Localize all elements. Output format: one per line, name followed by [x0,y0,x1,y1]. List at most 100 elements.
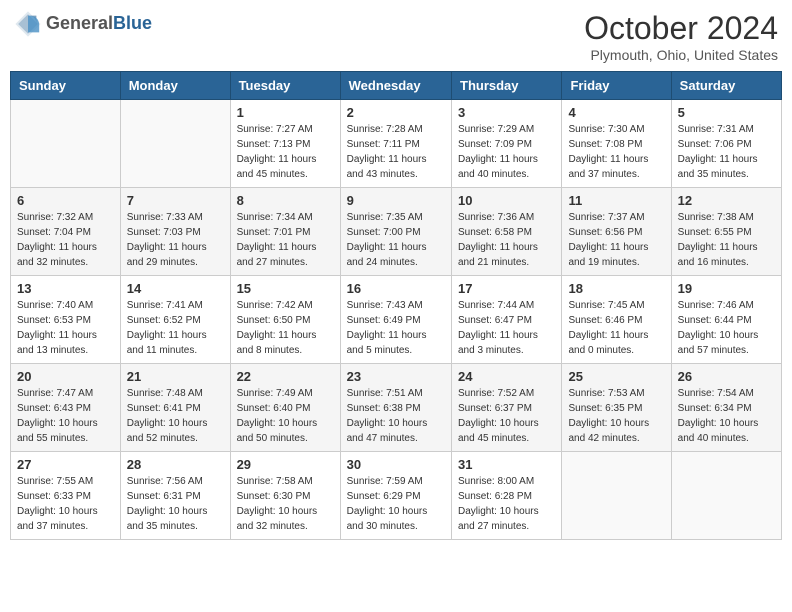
day-info: Sunrise: 7:37 AMSunset: 6:56 PMDaylight:… [568,210,664,270]
day-info: Sunrise: 7:52 AMSunset: 6:37 PMDaylight:… [458,386,555,446]
calendar-cell: 18 Sunrise: 7:45 AMSunset: 6:46 PMDayligh… [562,276,671,364]
title-block: October 2024 Plymouth, Ohio, United Stat… [584,10,778,63]
day-info: Sunrise: 7:43 AMSunset: 6:49 PMDaylight:… [347,298,445,358]
day-info: Sunrise: 7:46 AMSunset: 6:44 PMDaylight:… [678,298,775,358]
day-number: 1 [237,105,334,120]
day-number: 27 [17,457,114,472]
calendar-week-row: 1 Sunrise: 7:27 AMSunset: 7:13 PMDaylight… [11,100,782,188]
calendar-table: SundayMondayTuesdayWednesdayThursdayFrid… [10,71,782,540]
day-info: Sunrise: 7:36 AMSunset: 6:58 PMDaylight:… [458,210,555,270]
day-number: 22 [237,369,334,384]
calendar-cell: 26 Sunrise: 7:54 AMSunset: 6:34 PMDayligh… [671,364,781,452]
logo-icon [14,10,42,38]
day-info: Sunrise: 7:55 AMSunset: 6:33 PMDaylight:… [17,474,114,534]
day-info: Sunrise: 7:49 AMSunset: 6:40 PMDaylight:… [237,386,334,446]
page-header: GeneralBlue October 2024 Plymouth, Ohio,… [10,10,782,63]
day-number: 31 [458,457,555,472]
calendar-cell: 19 Sunrise: 7:46 AMSunset: 6:44 PMDayligh… [671,276,781,364]
calendar-cell: 23 Sunrise: 7:51 AMSunset: 6:38 PMDayligh… [340,364,451,452]
day-number: 14 [127,281,224,296]
weekday-header-row: SundayMondayTuesdayWednesdayThursdayFrid… [11,72,782,100]
day-info: Sunrise: 7:51 AMSunset: 6:38 PMDaylight:… [347,386,445,446]
calendar-week-row: 20Sunrise: 7:47 AMSunset: 6:43 PMDayligh… [11,364,782,452]
day-number: 13 [17,281,114,296]
day-info: Sunrise: 7:54 AMSunset: 6:34 PMDaylight:… [678,386,775,446]
day-number: 5 [678,105,775,120]
calendar-cell: 21 Sunrise: 7:48 AMSunset: 6:41 PMDayligh… [120,364,230,452]
calendar-cell: 28 Sunrise: 7:56 AMSunset: 6:31 PMDayligh… [120,452,230,540]
day-info: Sunrise: 7:38 AMSunset: 6:55 PMDaylight:… [678,210,775,270]
calendar-cell: 9 Sunrise: 7:35 AMSunset: 7:00 PMDaylight… [340,188,451,276]
day-number: 12 [678,193,775,208]
day-number: 7 [127,193,224,208]
calendar-cell: 12 Sunrise: 7:38 AMSunset: 6:55 PMDayligh… [671,188,781,276]
day-number: 29 [237,457,334,472]
weekday-header-thursday: Thursday [452,72,562,100]
day-info: Sunrise: 7:33 AMSunset: 7:03 PMDaylight:… [127,210,224,270]
day-info: Sunrise: 7:47 AMSunset: 6:43 PMDaylight:… [17,386,114,446]
calendar-cell: 27 Sunrise: 7:55 AMSunset: 6:33 PMDayligh… [11,452,121,540]
day-info: Sunrise: 7:45 AMSunset: 6:46 PMDaylight:… [568,298,664,358]
calendar-cell: 20Sunrise: 7:47 AMSunset: 6:43 PMDayligh… [11,364,121,452]
day-info: Sunrise: 7:31 AMSunset: 7:06 PMDaylight:… [678,122,775,182]
day-info: Sunrise: 7:56 AMSunset: 6:31 PMDaylight:… [127,474,224,534]
month-year-title: October 2024 [584,10,778,47]
calendar-cell: 3Sunrise: 7:29 AMSunset: 7:09 PMDaylight… [452,100,562,188]
day-number: 21 [127,369,224,384]
day-number: 16 [347,281,445,296]
calendar-week-row: 6 Sunrise: 7:32 AMSunset: 7:04 PMDaylight… [11,188,782,276]
day-info: Sunrise: 7:29 AMSunset: 7:09 PMDaylight:… [458,122,555,182]
day-info: Sunrise: 7:32 AMSunset: 7:04 PMDaylight:… [17,210,114,270]
day-number: 24 [458,369,555,384]
day-info: Sunrise: 7:40 AMSunset: 6:53 PMDaylight:… [17,298,114,358]
calendar-cell: 30 Sunrise: 7:59 AMSunset: 6:29 PMDayligh… [340,452,451,540]
day-number: 23 [347,369,445,384]
calendar-cell: 2Sunrise: 7:28 AMSunset: 7:11 PMDaylight… [340,100,451,188]
calendar-cell: 31 Sunrise: 8:00 AMSunset: 6:28 PMDayligh… [452,452,562,540]
day-number: 17 [458,281,555,296]
calendar-cell: 1 Sunrise: 7:27 AMSunset: 7:13 PMDaylight… [230,100,340,188]
day-info: Sunrise: 7:34 AMSunset: 7:01 PMDaylight:… [237,210,334,270]
calendar-cell: 17 Sunrise: 7:44 AMSunset: 6:47 PMDayligh… [452,276,562,364]
calendar-cell: 13 Sunrise: 7:40 AMSunset: 6:53 PMDayligh… [11,276,121,364]
calendar-cell [671,452,781,540]
day-number: 26 [678,369,775,384]
day-info: Sunrise: 7:48 AMSunset: 6:41 PMDaylight:… [127,386,224,446]
location-subtitle: Plymouth, Ohio, United States [584,47,778,63]
logo-text: GeneralBlue [46,14,152,34]
day-info: Sunrise: 7:59 AMSunset: 6:29 PMDaylight:… [347,474,445,534]
calendar-cell: 14Sunrise: 7:41 AMSunset: 6:52 PMDayligh… [120,276,230,364]
day-number: 18 [568,281,664,296]
logo: GeneralBlue [14,10,152,38]
weekday-header-tuesday: Tuesday [230,72,340,100]
day-number: 15 [237,281,334,296]
weekday-header-sunday: Sunday [11,72,121,100]
calendar-cell [120,100,230,188]
day-info: Sunrise: 7:27 AMSunset: 7:13 PMDaylight:… [237,122,334,182]
calendar-week-row: 13 Sunrise: 7:40 AMSunset: 6:53 PMDayligh… [11,276,782,364]
day-number: 6 [17,193,114,208]
day-number: 9 [347,193,445,208]
day-info: Sunrise: 7:53 AMSunset: 6:35 PMDaylight:… [568,386,664,446]
calendar-week-row: 27 Sunrise: 7:55 AMSunset: 6:33 PMDayligh… [11,452,782,540]
weekday-header-monday: Monday [120,72,230,100]
day-number: 28 [127,457,224,472]
day-number: 30 [347,457,445,472]
day-info: Sunrise: 7:35 AMSunset: 7:00 PMDaylight:… [347,210,445,270]
day-info: Sunrise: 7:28 AMSunset: 7:11 PMDaylight:… [347,122,445,182]
calendar-cell: 25 Sunrise: 7:53 AMSunset: 6:35 PMDayligh… [562,364,671,452]
weekday-header-wednesday: Wednesday [340,72,451,100]
day-number: 25 [568,369,664,384]
day-info: Sunrise: 7:42 AMSunset: 6:50 PMDaylight:… [237,298,334,358]
weekday-header-friday: Friday [562,72,671,100]
calendar-cell: 24 Sunrise: 7:52 AMSunset: 6:37 PMDayligh… [452,364,562,452]
day-number: 19 [678,281,775,296]
day-info: Sunrise: 7:30 AMSunset: 7:08 PMDaylight:… [568,122,664,182]
calendar-cell: 8 Sunrise: 7:34 AMSunset: 7:01 PMDaylight… [230,188,340,276]
day-info: Sunrise: 8:00 AMSunset: 6:28 PMDaylight:… [458,474,555,534]
calendar-cell: 6 Sunrise: 7:32 AMSunset: 7:04 PMDaylight… [11,188,121,276]
calendar-cell: 15 Sunrise: 7:42 AMSunset: 6:50 PMDayligh… [230,276,340,364]
day-number: 8 [237,193,334,208]
day-info: Sunrise: 7:44 AMSunset: 6:47 PMDaylight:… [458,298,555,358]
calendar-cell [11,100,121,188]
